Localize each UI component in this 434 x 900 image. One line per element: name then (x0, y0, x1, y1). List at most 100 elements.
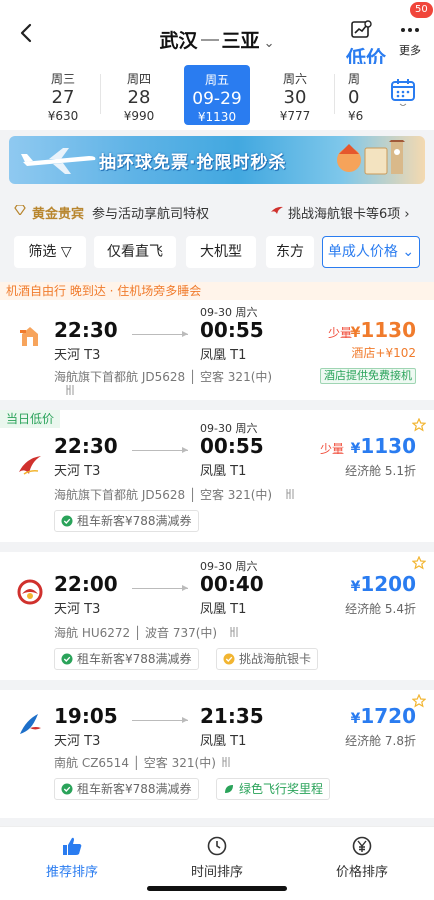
route-arrow-icon (200, 37, 219, 41)
filter-label: 筛选 (28, 244, 57, 260)
price: ¥1130 (350, 434, 416, 458)
departure-time: 22:00 (54, 572, 118, 596)
more-button[interactable]: 更多 (394, 20, 426, 58)
star-icon[interactable] (412, 418, 426, 432)
meal-icon (66, 385, 74, 395)
thumbs-up-icon (63, 837, 82, 855)
notification-badge: 50 (410, 2, 433, 18)
airline-filter-label: 东方航 (276, 244, 304, 260)
date-item[interactable]: 周 0 ¥6 (348, 64, 374, 126)
airplane-illustration-icon (21, 148, 96, 174)
hotel-plus-price: 酒店+¥102 (351, 346, 416, 360)
arrival-time: 21:35 (200, 704, 264, 728)
route-line (132, 585, 188, 591)
coupon-text: 挑战海航银卡 (239, 652, 312, 666)
chevron-down-icon: ⌄ (402, 244, 415, 260)
price-value: 1200 (360, 572, 416, 596)
diamond-icon (14, 205, 26, 215)
vip-activity-link[interactable]: 参与活动享航司特权 (92, 203, 209, 222)
gold-badge-icon (223, 653, 235, 665)
departure-airport: 天河 T3 (54, 602, 101, 617)
departure-time: 19:05 (54, 704, 118, 728)
challenge-link[interactable]: 挑战海航银卡等6项 › (288, 203, 410, 222)
route-line (132, 447, 188, 453)
few-seats-label: 少量 (328, 326, 353, 340)
calendar-icon[interactable] (388, 76, 418, 106)
weekday: 周 (348, 72, 361, 86)
date-item[interactable]: 周六 30 ¥777 (264, 64, 326, 126)
flight-info: 海航 HU6272 │ 波音 737(中) (54, 626, 218, 640)
sort-time-label: 时间排序 (190, 865, 243, 880)
coupon-tag[interactable]: 租车新客¥788满减券 (54, 778, 199, 800)
date-selector: 周三 27 ¥630 周四 28 ¥990 周五 09-29 ¥1130 周六 … (0, 64, 434, 130)
date-price: ¥1130 (197, 110, 237, 124)
promo-banner[interactable]: 抽环球免票·抢限时秒杀 (9, 136, 425, 184)
passenger-price-dropdown[interactable]: 单成人价格 ⌄ (322, 236, 420, 268)
coupon-text: 绿色飞行奖里程 (239, 782, 324, 796)
date-item-selected[interactable]: 周五 09-29 ¥1130 (184, 65, 250, 125)
coupon-text: 租车新客¥788满减券 (77, 514, 192, 528)
vip-tier: 黄金贵宾 (32, 207, 85, 222)
date-item[interactable]: 周三 27 ¥630 (32, 64, 94, 126)
meal-icon (230, 627, 238, 637)
arrival-time: 00:55 (200, 434, 264, 458)
capital-airlines-logo-icon (19, 456, 41, 475)
sort-time-tab[interactable]: 时间排序 (157, 835, 277, 880)
flight-card[interactable]: 机酒自由行 晚到达 · 住机场旁多睡会 22:30 天河 T3 09-30 周六… (0, 282, 434, 400)
vip-row: 黄金贵宾 参与活动享航司特权 挑战海航银卡等6项 › (0, 196, 434, 226)
price: ¥1130 (350, 318, 416, 342)
flight-card[interactable]: 19:05 天河 T3 21:35 凤凰 T1 ¥1720 经济舱 7.8折 南… (0, 690, 434, 818)
route-line (132, 331, 188, 337)
day: 0 (348, 87, 360, 108)
flight-info: 海航旗下首都航 JD5628 │ 空客 321(中) (54, 488, 273, 502)
weekday: 周五 (204, 73, 229, 87)
coupon-tag[interactable]: 租车新客¥788满减券 (54, 510, 199, 532)
flight-card[interactable]: 当日低价 09-30 周六 22:30 天河 T3 00:55 凤凰 T1 少量… (0, 410, 434, 542)
travel-landmark-icon (337, 140, 405, 175)
day: 28 (127, 87, 151, 108)
flight-info: 海航旗下首都航 JD5628 │ 空客 321(中) (54, 370, 273, 384)
destination-city: 三亚 (221, 30, 260, 52)
departure-airport: 天河 T3 (54, 734, 101, 749)
hainan-airlines-logo-icon (17, 579, 43, 605)
banner-text: 抽环球免票·抢限时秒杀 (99, 153, 287, 173)
filter-button[interactable]: 筛选 ▽ (14, 236, 86, 268)
more-dots-icon (401, 28, 419, 32)
check-circle-icon (61, 515, 73, 527)
coupon-tag[interactable]: 租车新客¥788满减券 (54, 648, 199, 670)
chevron-down-icon: ⌄ (263, 36, 275, 51)
coupon-tag[interactable]: 挑战海航银卡 (216, 648, 319, 670)
arrival-airport: 凤凰 T1 (200, 464, 247, 479)
direct-only-filter[interactable]: 仅看直飞 (94, 236, 176, 268)
divider (100, 74, 101, 114)
clock-icon (207, 836, 227, 856)
sort-recommended-tab[interactable]: 推荐排序 (12, 835, 132, 880)
coupon-text: 租车新客¥788满减券 (77, 782, 192, 796)
china-southern-logo-icon (20, 714, 41, 734)
date-price: ¥630 (47, 109, 79, 123)
airline-bird-icon (271, 206, 283, 214)
price-value: 1130 (360, 318, 416, 342)
sort-price-tab[interactable]: 价格排序 (302, 835, 422, 880)
coupon-tag[interactable]: 绿色飞行奖里程 (216, 778, 331, 800)
divider (334, 74, 335, 114)
flight-info: 南航 CZ6514 │ 空客 321(中) (54, 756, 216, 770)
departure-time: 22:30 (54, 318, 118, 342)
airline-filter[interactable]: 东方航 (266, 236, 314, 268)
funnel-icon: ▽ (60, 244, 72, 260)
price: ¥1720 (350, 704, 416, 728)
hotel-package-icon (20, 327, 38, 346)
header-bar: 武汉三亚⌄ 低价提醒 更多 50 (0, 0, 434, 99)
arrival-airport: 凤凰 T1 (200, 348, 247, 363)
flight-card[interactable]: 09-30 周六 22:00 天河 T3 00:40 凤凰 T1 ¥1200 经… (0, 552, 434, 680)
cabin-discount: 经济舱 5.1折 (345, 464, 416, 478)
weekday: 周三 (50, 72, 75, 86)
date-item[interactable]: 周四 28 ¥990 (108, 64, 170, 126)
star-icon[interactable] (412, 556, 426, 570)
meal-icon (286, 489, 294, 499)
arrival-time: 00:40 (200, 572, 264, 596)
low-price-tag: 当日低价 (0, 410, 61, 428)
day: 09-29 (192, 89, 242, 109)
sort-price-label: 价格排序 (335, 865, 388, 880)
large-aircraft-filter[interactable]: 大机型 (186, 236, 256, 268)
